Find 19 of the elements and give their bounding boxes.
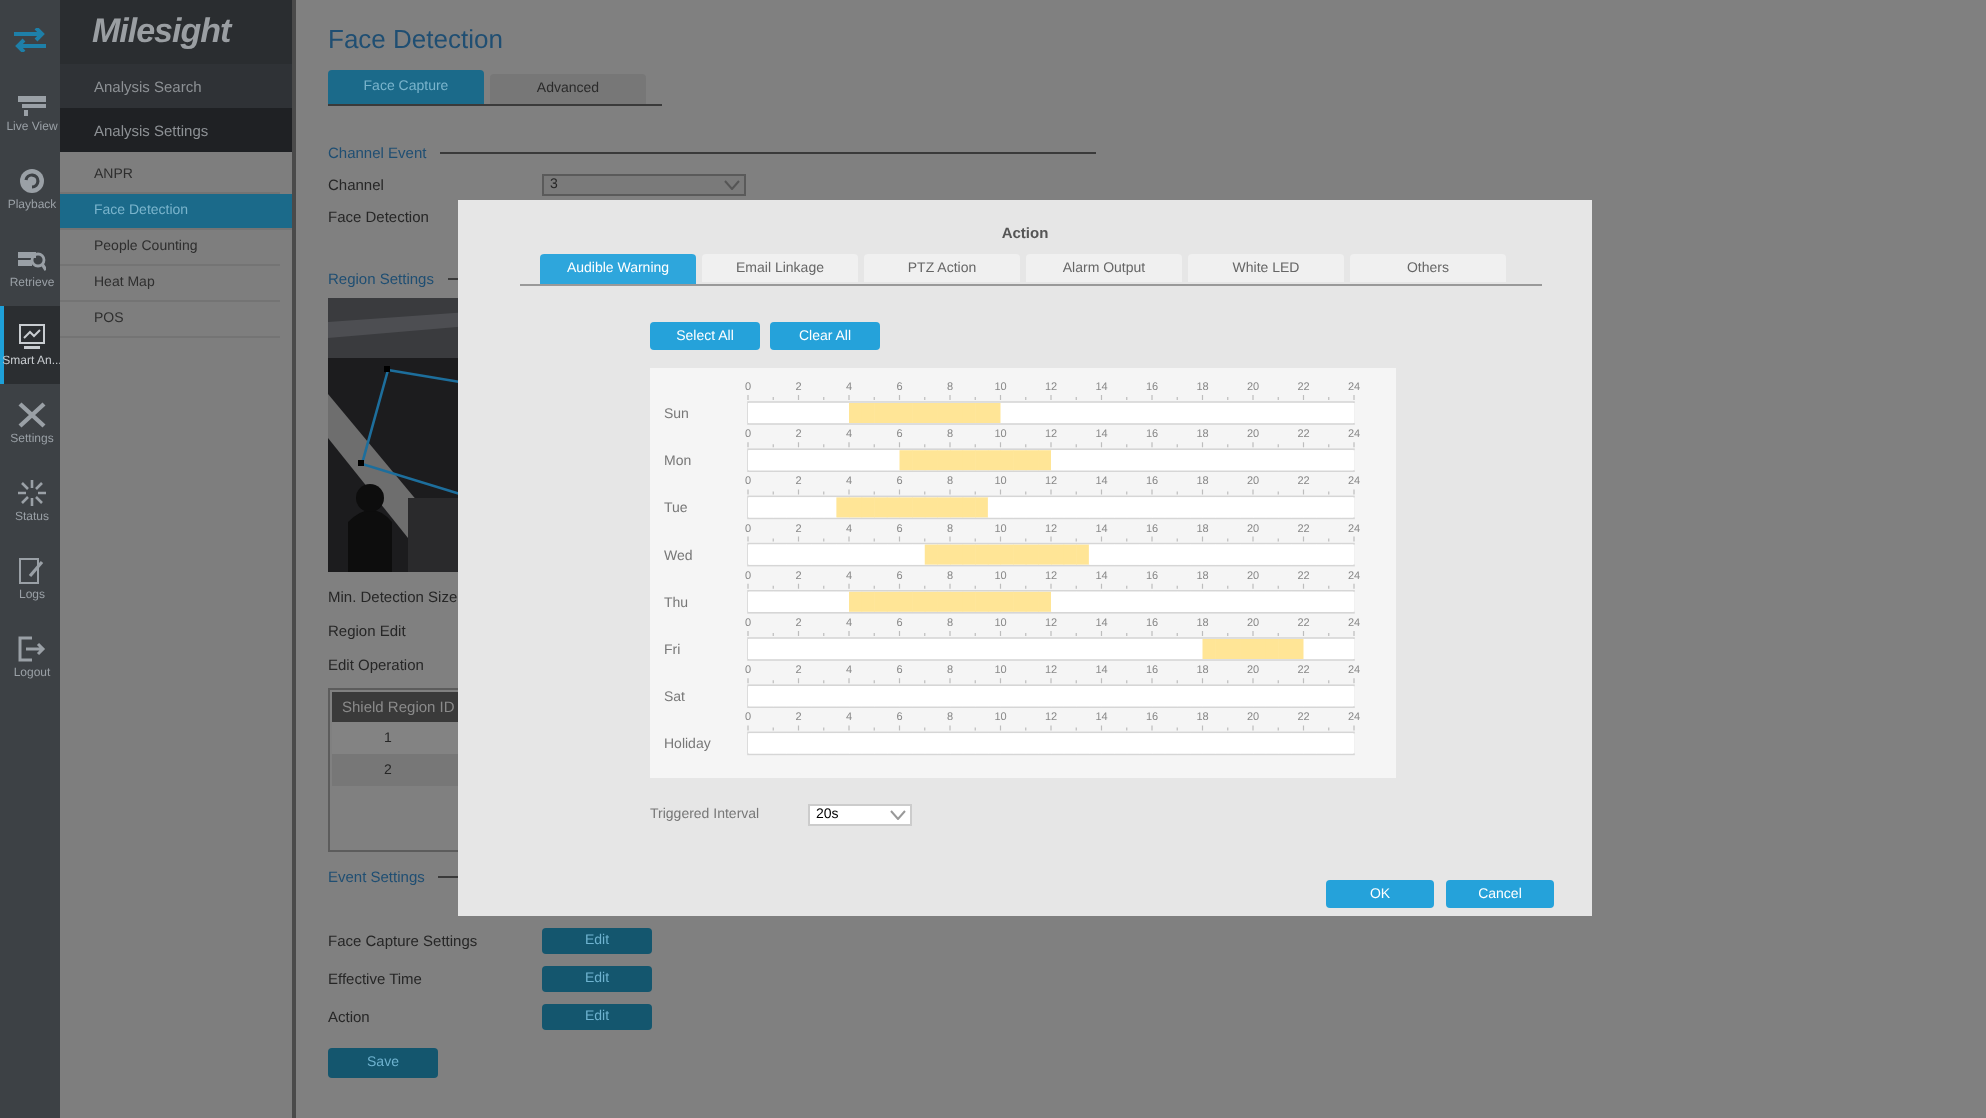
logo: Milesight: [92, 12, 231, 52]
nav-icon: [18, 401, 46, 427]
timeline-track[interactable]: [747, 590, 1355, 614]
timeline-track[interactable]: [747, 542, 1355, 567]
nav-icon: [18, 323, 46, 349]
timeline-track[interactable]: [747, 684, 1355, 708]
menu-toggle-icon[interactable]: [12, 28, 48, 52]
timeline-track[interactable]: [747, 637, 1355, 661]
nav-icon: [18, 635, 46, 661]
nav-icon: [18, 479, 46, 505]
caret-icon: [724, 179, 740, 189]
page-title: Face Detection: [328, 24, 503, 58]
timeline-track[interactable]: [747, 731, 1355, 756]
timeline-track[interactable]: [747, 401, 1355, 425]
timeline-track[interactable]: [747, 448, 1355, 472]
timeline-track[interactable]: [747, 495, 1355, 520]
caret-icon: [890, 810, 906, 820]
nav-icon: [18, 167, 46, 193]
nav-icon: [18, 557, 46, 583]
